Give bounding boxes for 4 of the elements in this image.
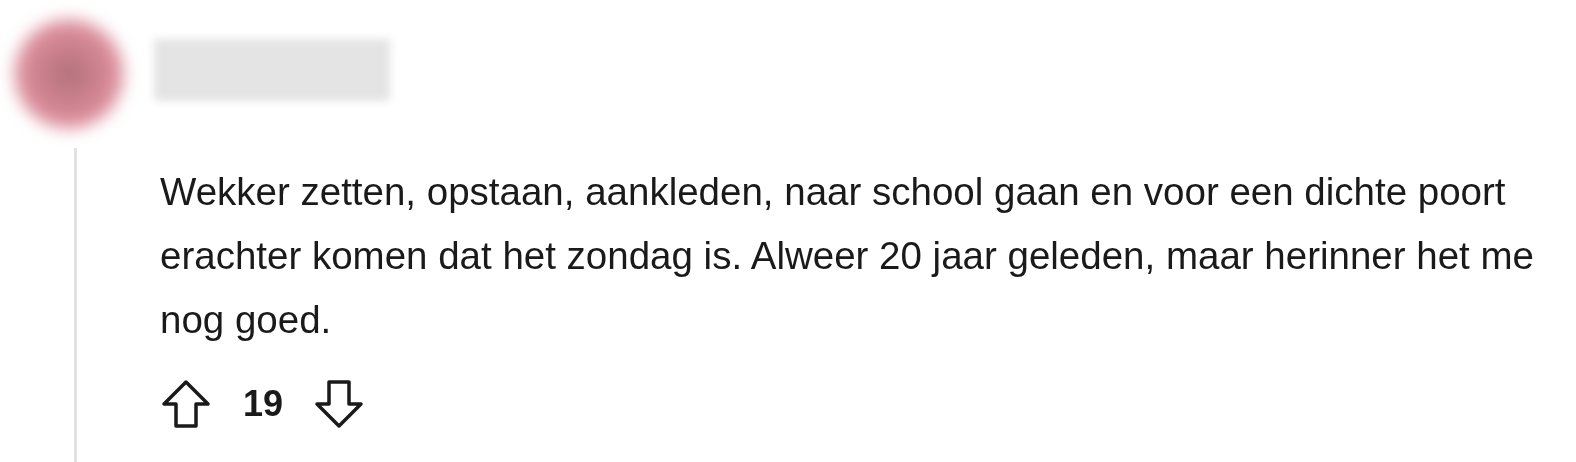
vote-count: 19 [243,383,284,425]
comment-text: Wekker zetten, opstaan, aankleden, naar school gaan en voor een dichte poort erachter komen dat het zondag is. Alweer 20 jaar geleden, maar herinner het me nog goed. [160,169,1535,343]
downvote-icon[interactable] [313,378,366,430]
upvote-icon[interactable] [160,378,212,430]
